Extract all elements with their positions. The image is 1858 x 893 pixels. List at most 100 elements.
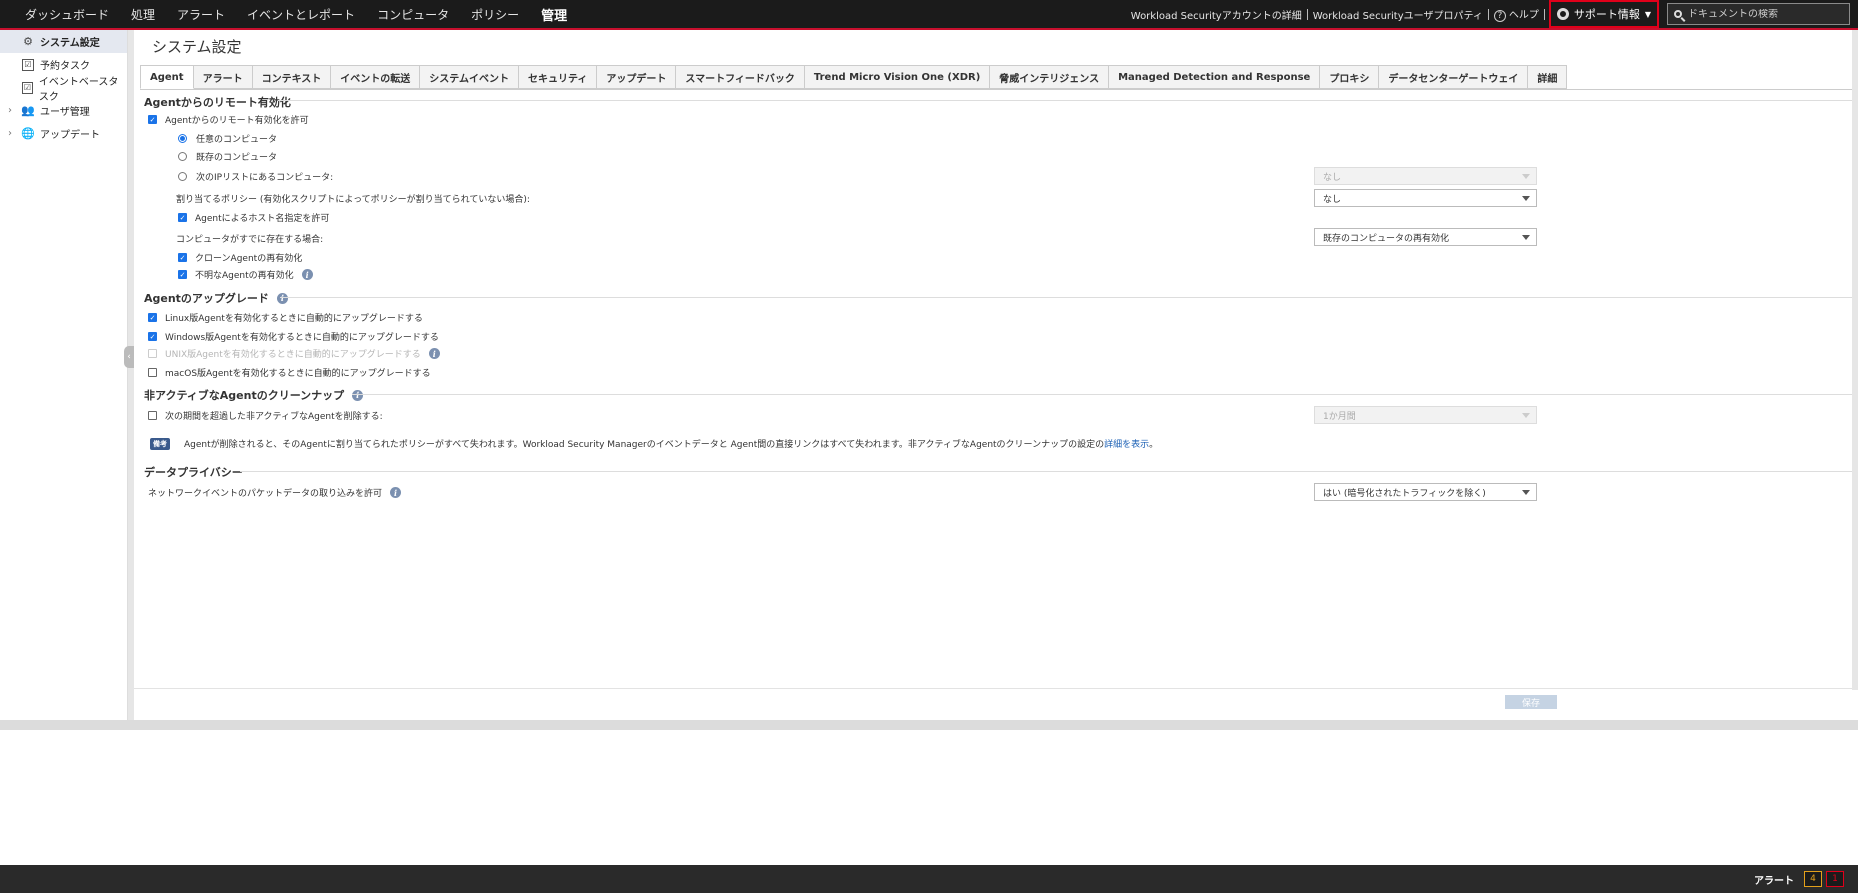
windows-upgrade-row[interactable]: Windows版Agentを有効化するときに自動的にアップグレードする (148, 330, 439, 343)
linux-upgrade-checkbox[interactable] (148, 313, 157, 322)
details-link[interactable]: 詳細を表示 (1104, 437, 1149, 450)
linux-upgrade-row[interactable]: Linux版Agentを有効化するときに自動的にアップグレードする (148, 311, 423, 324)
tab-proxy[interactable]: プロキシ (1320, 65, 1380, 89)
nav-events-reports[interactable]: イベントとレポート (236, 6, 366, 23)
tab-agent[interactable]: Agent (140, 65, 194, 89)
checkbox-label: macOS版Agentを有効化するときに自動的にアップグレードする (165, 369, 431, 379)
tab-context[interactable]: コンテキスト (252, 65, 332, 89)
divider (280, 297, 1852, 298)
divider (134, 688, 1852, 689)
delete-inactive-row[interactable]: 次の期間を超過した非アクティブなAgentを削除する: (148, 409, 383, 422)
info-icon[interactable]: i (428, 348, 440, 359)
sidebar-item-event-based-tasks[interactable]: ☑ イベントベースタスク (0, 76, 127, 103)
tab-threat-intelligence[interactable]: 脅威インテリジェンス (990, 65, 1110, 89)
checkbox-label: Agentによるホスト名指定を許可 (195, 214, 330, 224)
task-icon: ☑ (22, 81, 33, 94)
existing-computer-radio[interactable] (178, 152, 187, 161)
info-icon[interactable]: i (390, 487, 402, 498)
macos-upgrade-row[interactable]: macOS版Agentを有効化するときに自動的にアップグレードする (148, 366, 431, 379)
tab-data-center-gateway[interactable]: データセンターゲートウェイ (1379, 65, 1529, 89)
unix-upgrade-row: UNIX版Agentを有効化するときに自動的にアップグレードする i (148, 347, 440, 360)
dropdown-arrow-icon (1522, 174, 1530, 179)
divider (0, 720, 1858, 730)
save-button[interactable]: 保存 (1505, 695, 1557, 709)
sidebar-item-updates[interactable]: › 🌐 アップデート (0, 122, 127, 145)
sidebar-item-system-settings[interactable]: ⚙ システム設定 (0, 30, 127, 53)
allow-remote-activation-row[interactable]: Agentからのリモート有効化を許可 (148, 113, 309, 126)
help-label: ヘルプ (1508, 10, 1539, 21)
computer-exists-label: コンピュータがすでに存在する場合: (176, 232, 323, 245)
ip-list-computer-radio[interactable] (178, 172, 187, 181)
users-icon: 👥 (21, 104, 35, 117)
empty-area (0, 730, 1858, 865)
any-computer-row[interactable]: 任意のコンピュータ (178, 132, 277, 145)
section-heading-remote-activation: Agentからのリモート有効化 (144, 94, 291, 110)
status-bar: アラート 4 1 (0, 865, 1858, 893)
dropdown-arrow-icon (1522, 413, 1530, 418)
nav-administration[interactable]: 管理 (530, 5, 578, 24)
reactivate-clone-checkbox[interactable] (178, 253, 187, 262)
nav-alerts[interactable]: アラート (166, 6, 236, 23)
documentation-search-input[interactable] (1688, 8, 1838, 20)
documentation-search (1667, 3, 1850, 25)
policy-select[interactable]: なし (1314, 189, 1537, 207)
computer-exists-select[interactable]: 既存のコンピュータの再有効化 (1314, 228, 1537, 246)
dropdown-arrow-icon (1522, 196, 1530, 201)
reactivate-unknown-row[interactable]: 不明なAgentの再有効化 i (178, 268, 313, 281)
tab-updates[interactable]: アップデート (597, 65, 677, 89)
warning-count-badge[interactable]: 4 (1804, 871, 1822, 887)
gear-icon: ⚙ (23, 35, 33, 48)
macos-upgrade-checkbox[interactable] (148, 368, 157, 377)
section-title: Agentのアップグレード (144, 292, 269, 305)
account-details-link[interactable]: Workload Securityアカウントの詳細 (1126, 7, 1307, 22)
delete-inactive-checkbox[interactable] (148, 411, 157, 420)
allow-hostname-checkbox[interactable] (178, 213, 187, 222)
tab-alerts[interactable]: アラート (193, 65, 253, 89)
info-icon[interactable]: i (276, 292, 288, 304)
nav-dashboard[interactable]: ダッシュボード (14, 6, 120, 23)
sidebar-item-label: イベントベースタスク (38, 76, 119, 103)
tab-security[interactable]: セキュリティ (519, 65, 598, 89)
tab-system-events[interactable]: システムイベント (420, 65, 519, 89)
ip-list-computer-row[interactable]: 次のIPリストにあるコンピュータ: (178, 170, 333, 183)
allow-hostname-row[interactable]: Agentによるホスト名指定を許可 (178, 211, 329, 224)
alert-status-label[interactable]: アラート (1754, 872, 1794, 887)
divider (140, 89, 1852, 90)
sidebar-item-user-management[interactable]: › 👥 ユーザ管理 (0, 99, 127, 122)
ip-list-select[interactable]: なし (1314, 167, 1537, 185)
user-properties-link[interactable]: Workload Securityユーザプロパティ (1308, 7, 1488, 22)
chevron-right-icon[interactable]: › (8, 105, 12, 116)
select-value: 1か月間 (1323, 411, 1356, 422)
any-computer-radio[interactable] (178, 134, 187, 143)
nav-actions[interactable]: 処理 (120, 6, 166, 23)
cleanup-note: 備考 Agentが削除されると、そのAgentに割り当てられたポリシーがすべて失… (150, 437, 1158, 450)
tab-mdr[interactable]: Managed Detection and Response (1109, 65, 1321, 89)
inactive-period-select[interactable]: 1か月間 (1314, 406, 1537, 424)
search-icon (1674, 10, 1682, 18)
nav-computers[interactable]: コンピュータ (366, 6, 460, 23)
nav-policies[interactable]: ポリシー (460, 6, 530, 23)
critical-count-badge[interactable]: 1 (1826, 871, 1844, 887)
info-icon[interactable]: i (352, 389, 364, 401)
windows-upgrade-checkbox[interactable] (148, 332, 157, 341)
tab-event-forwarding[interactable]: イベントの転送 (331, 65, 421, 89)
collapse-sidebar-handle[interactable]: ‹ (124, 346, 134, 368)
help-link[interactable]: ? ヘルプ (1489, 6, 1544, 22)
allow-remote-activation-checkbox[interactable] (148, 115, 157, 124)
info-icon[interactable]: i (301, 269, 313, 280)
reactivate-unknown-checkbox[interactable] (178, 270, 187, 279)
checkbox-label: Linux版Agentを有効化するときに自動的にアップグレードする (165, 314, 423, 324)
chevron-right-icon[interactable]: › (8, 128, 12, 139)
radio-label: 次のIPリストにあるコンピュータ: (196, 173, 334, 183)
save-bar: 保存 (134, 690, 1858, 720)
unix-upgrade-checkbox (148, 349, 157, 358)
packet-data-select[interactable]: はい (暗号化されたトラフィックを除く) (1314, 483, 1537, 501)
tab-smart-feedback[interactable]: スマートフィードバック (676, 65, 805, 89)
existing-computer-row[interactable]: 既存のコンピュータ (178, 150, 277, 163)
section-title: データプライバシー (144, 466, 243, 479)
reactivate-clone-row[interactable]: クローンAgentの再有効化 (178, 251, 302, 264)
tab-vision-one[interactable]: Trend Micro Vision One (XDR) (804, 65, 991, 89)
policy-label: 割り当てるポリシー (有効化スクリプトによってポリシーが割り当てられていない場合… (176, 192, 530, 205)
support-menu-button[interactable]: サポート情報 ▼ (1548, 0, 1659, 28)
tab-advanced[interactable]: 詳細 (1528, 65, 1568, 89)
